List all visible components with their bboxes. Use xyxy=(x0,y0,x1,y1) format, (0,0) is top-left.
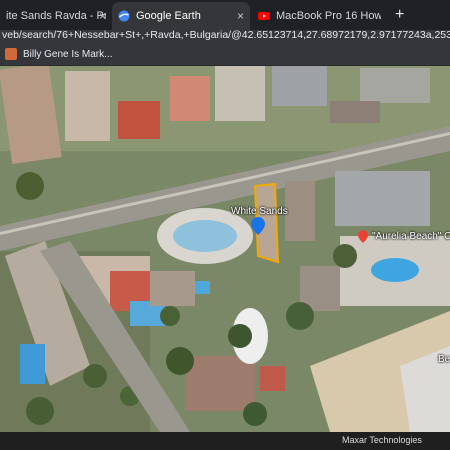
tab-label: ite Sands Ravda - Property xyxy=(6,10,106,22)
youtube-icon xyxy=(258,12,270,20)
satellite-map-view[interactable]: White Sands "Aurelia Beach" Co Be xyxy=(0,66,450,432)
map-footer: Maxar Technologies xyxy=(0,432,450,450)
map-place-label[interactable]: White Sands xyxy=(231,206,288,217)
tab-white-sands[interactable]: ite Sands Ravda - Property × xyxy=(0,2,112,30)
browser-tab-strip: ite Sands Ravda - Property × Google Eart… xyxy=(0,0,450,30)
new-tab-button[interactable]: + xyxy=(395,6,404,24)
satellite-imagery xyxy=(0,66,450,432)
map-place-label[interactable]: Be xyxy=(438,354,450,365)
url-text: veb/search/76+Nessebar+St+,+Ravda,+Bulga… xyxy=(2,30,450,41)
imagery-attribution: Maxar Technologies xyxy=(342,435,422,445)
bookmarks-bar: Billy Gene Is Mark... xyxy=(0,44,450,66)
bookmark-label: Billy Gene Is Mark... xyxy=(23,48,113,60)
google-earth-icon xyxy=(118,10,130,22)
tab-label: MacBook Pro 16 How to Screen xyxy=(276,10,381,22)
close-icon[interactable]: × xyxy=(99,9,106,23)
map-place-label[interactable]: "Aurelia Beach" Co xyxy=(372,231,450,242)
tab-youtube-macbook[interactable]: MacBook Pro 16 How to Screen xyxy=(252,2,387,30)
tab-label: Google Earth xyxy=(136,10,201,22)
close-icon[interactable]: × xyxy=(237,9,244,23)
tab-google-earth[interactable]: Google Earth × xyxy=(112,2,250,30)
bookmark-favicon-icon xyxy=(5,48,17,60)
blue-location-pin-icon[interactable] xyxy=(251,217,265,235)
address-bar[interactable]: veb/search/76+Nessebar+St+,+Ravda,+Bulga… xyxy=(0,30,450,44)
red-location-pin-icon[interactable] xyxy=(358,230,368,243)
bookmark-item[interactable]: Billy Gene Is Mark... xyxy=(5,48,112,60)
